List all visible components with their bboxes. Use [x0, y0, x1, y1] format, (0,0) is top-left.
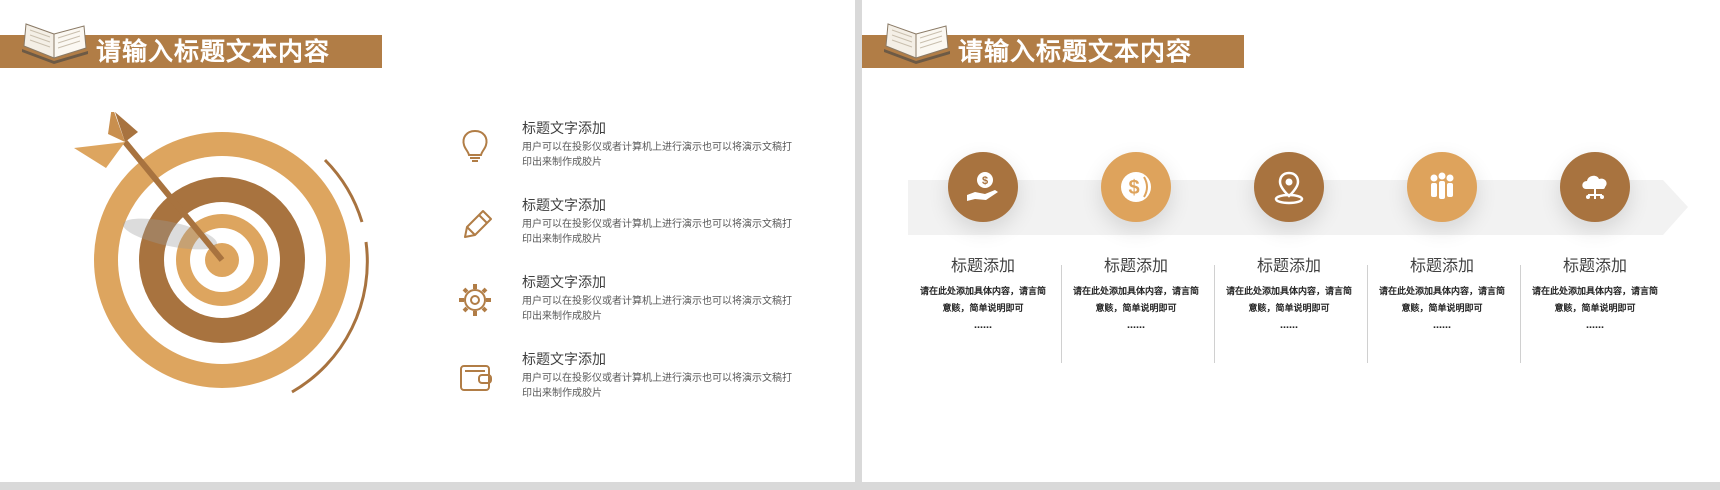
location-pin-icon — [1274, 171, 1304, 205]
step-title: 标题添加 — [1562, 256, 1627, 275]
step-item: $ 标题添加 请在此处添加具体内容，请言简意赅，简单说明即可…… — [908, 0, 1058, 482]
step-circle — [1560, 152, 1630, 222]
slide-title: 请输入标题文本内容 — [96, 37, 331, 66]
divider — [1061, 265, 1062, 363]
step-item: 标题添加 请在此处添加具体内容，请言简意赅，简单说明即可…… — [1367, 0, 1517, 482]
dollar-globe-icon: $ — [1121, 172, 1151, 202]
divider — [1214, 265, 1215, 363]
step-description: 请在此处添加具体内容，请言简意赅，简单说明即可…… — [1378, 287, 1505, 331]
step-circle — [1407, 152, 1477, 222]
step-description: 请在此处添加具体内容，请言简意赅，简单说明即可…… — [1225, 287, 1352, 331]
feature-description: 用户可以在投影仪或者计算机上进行演示也可以将演示文稿打印出来制作成胶片 — [522, 219, 792, 245]
left-slide: 请输入标题文本内容 标题文字添加 用户可以在投影仪或者计算机上进行演示也可以将演… — [0, 0, 855, 482]
step-circle — [1254, 152, 1324, 222]
step-circle: $ — [948, 152, 1018, 222]
step-description: 请在此处添加具体内容，请言简意赅，简单说明即可…… — [919, 287, 1046, 331]
gear-icon — [459, 284, 491, 316]
feature-description: 用户可以在投影仪或者计算机上进行演示也可以将演示文稿打印出来制作成胶片 — [522, 296, 792, 322]
divider — [1520, 265, 1521, 363]
wallet-icon — [460, 365, 492, 391]
money-hand-icon: $ — [967, 172, 998, 201]
divider — [1367, 265, 1368, 363]
cloud-network-icon — [1582, 175, 1607, 199]
step-description: 请在此处添加具体内容，请言简意赅，简单说明即可…… — [1531, 287, 1658, 331]
step-title: 标题添加 — [1409, 256, 1474, 275]
step-item: 标题添加 请在此处添加具体内容，请言简意赅，简单说明即可…… — [1214, 0, 1364, 482]
open-book-icon — [22, 23, 88, 64]
svg-text:$: $ — [1128, 177, 1139, 199]
lightbulb-icon — [462, 129, 488, 162]
step-title: 标题添加 — [1103, 256, 1168, 275]
right-slide: 请输入标题文本内容 $ 标题添加 请在此处添加具体内容，请言简意赅，简单说明即可… — [862, 0, 1720, 482]
step-item: $ 标题添加 请在此处添加具体内容，请言简意赅，简单说明即可…… — [1061, 0, 1211, 482]
step-title: 标题添加 — [1256, 256, 1321, 275]
feature-title: 标题文字添加 — [522, 352, 606, 368]
feature-title: 标题文字添加 — [522, 198, 606, 214]
step-description: 请在此处添加具体内容，请言简意赅，简单说明即可…… — [1072, 287, 1199, 331]
feature-title: 标题文字添加 — [522, 275, 606, 291]
step-title: 标题添加 — [950, 256, 1015, 275]
pencil-icon — [464, 210, 492, 238]
step-item: 标题添加 请在此处添加具体内容，请言简意赅，简单说明即可…… — [1520, 0, 1670, 482]
feature-description: 用户可以在投影仪或者计算机上进行演示也可以将演示文稿打印出来制作成胶片 — [522, 373, 792, 399]
feature-title: 标题文字添加 — [522, 121, 606, 137]
step-circle: $ — [1101, 152, 1171, 222]
people-group-icon — [1430, 172, 1454, 199]
feature-description: 用户可以在投影仪或者计算机上进行演示也可以将演示文稿打印出来制作成胶片 — [522, 142, 792, 168]
target-illustration — [74, 112, 369, 394]
svg-text:$: $ — [982, 175, 988, 187]
